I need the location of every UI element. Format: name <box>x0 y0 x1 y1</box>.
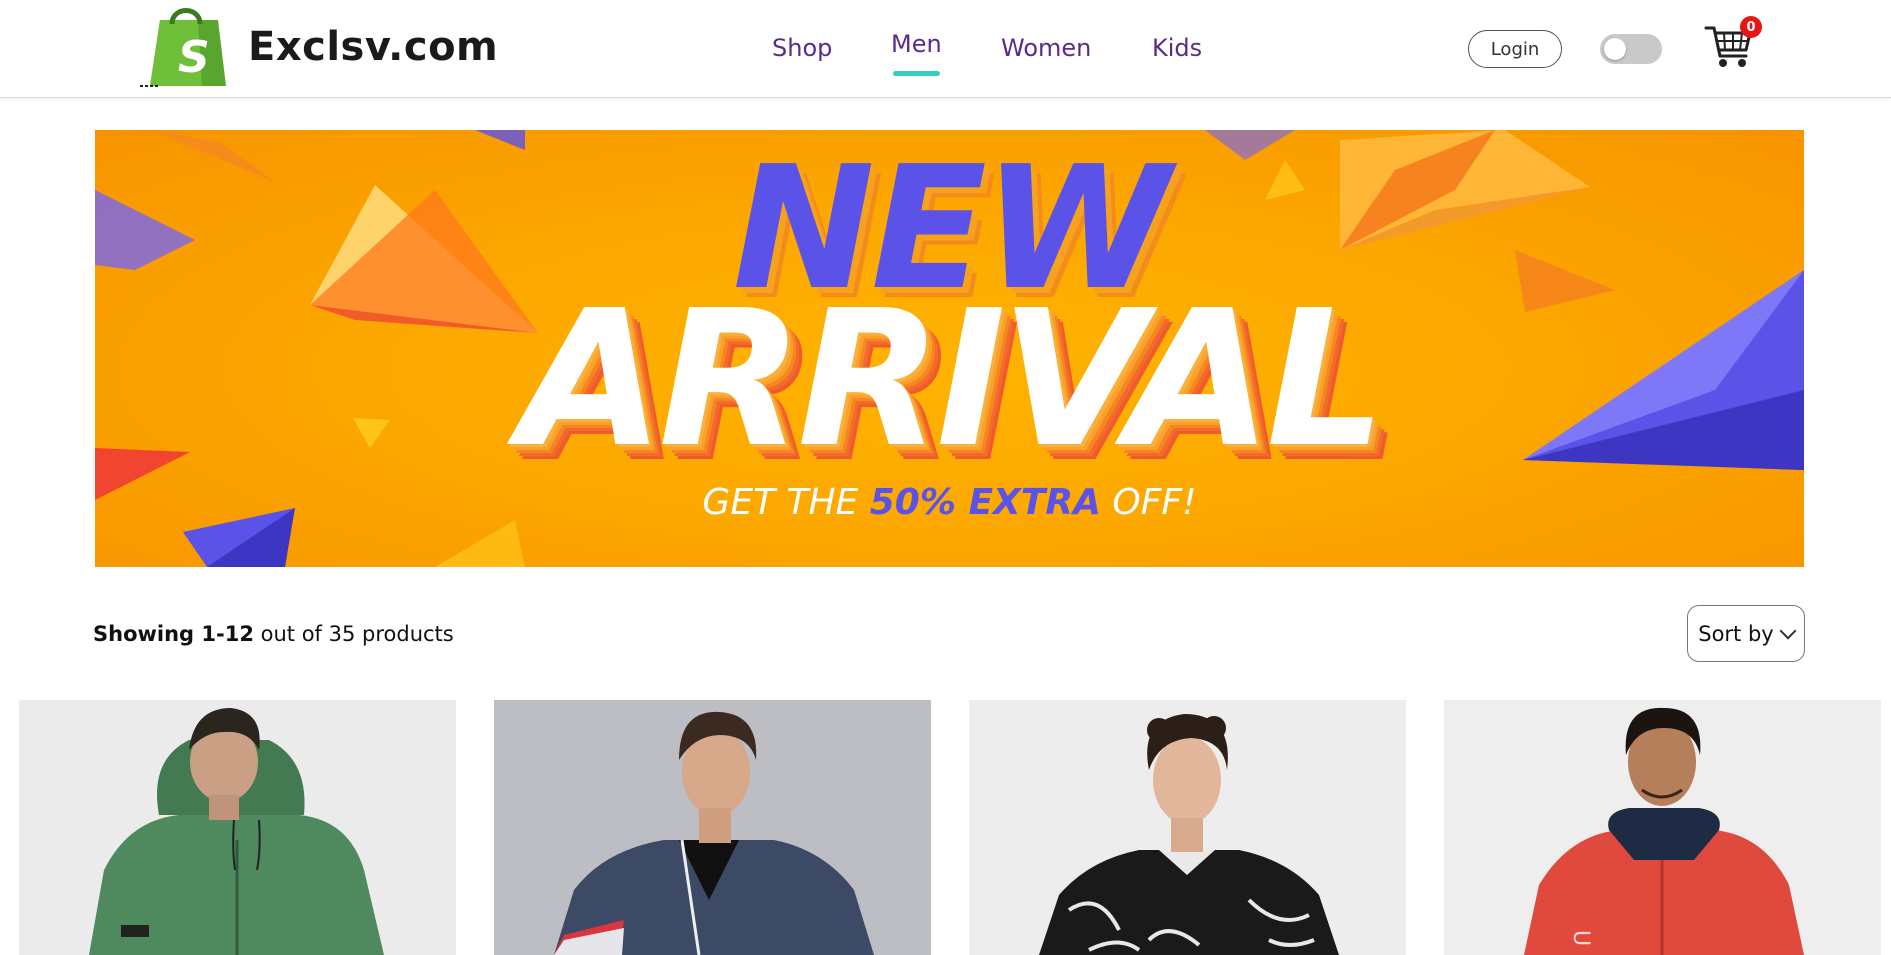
toggle-knob <box>1604 38 1626 60</box>
product-card[interactable] <box>494 700 931 955</box>
product-image-navy-bomber <box>494 700 931 955</box>
brand-name[interactable]: Exclsv.com <box>248 24 498 70</box>
banner-offer-text: GET THE 50% EXTRA OFF! <box>95 482 1804 523</box>
nav-item-men[interactable]: Men <box>891 30 942 76</box>
login-button[interactable]: Login <box>1468 30 1562 68</box>
product-image-red-windcheater: U <box>1444 700 1881 955</box>
offer-prefix: GET THE <box>702 482 870 523</box>
site-header: S Exclsv.com Shop Men Women Kids Login 0 <box>0 0 1891 98</box>
banner-headline-arrival: ARRIVAL <box>518 270 1386 489</box>
product-card[interactable]: U <box>1444 700 1881 955</box>
product-card[interactable] <box>19 700 456 955</box>
theme-toggle[interactable] <box>1600 34 1662 64</box>
svg-text:U: U <box>1568 930 1593 946</box>
nav-item-kids[interactable]: Kids <box>1152 34 1202 62</box>
product-image-marble-print-jacket <box>969 700 1406 955</box>
sort-label: Sort by <box>1698 621 1774 646</box>
new-arrival-banner[interactable]: NEW ARRIVAL GET THE 50% EXTRA OFF! <box>95 130 1804 567</box>
results-count: Showing 1-12 out of 35 products <box>93 622 454 646</box>
nav-item-men-label: Men <box>891 30 942 58</box>
cart-count-badge: 0 <box>1740 16 1762 38</box>
chevron-down-icon <box>1779 622 1797 639</box>
offer-highlight: 50% EXTRA <box>869 482 1101 523</box>
results-total: out of 35 products <box>253 622 454 646</box>
product-card[interactable] <box>969 700 1406 955</box>
offer-suffix: OFF! <box>1100 482 1197 523</box>
product-image-green-jacket <box>19 700 456 955</box>
nav-item-women[interactable]: Women <box>1001 34 1091 62</box>
active-nav-indicator <box>893 71 940 76</box>
sort-dropdown[interactable]: Sort by <box>1687 605 1805 662</box>
shopping-bag-logo-icon[interactable]: S <box>138 6 234 90</box>
svg-text:S: S <box>178 32 210 83</box>
nav-item-shop[interactable]: Shop <box>772 34 832 62</box>
results-range: Showing 1-12 <box>93 622 254 646</box>
